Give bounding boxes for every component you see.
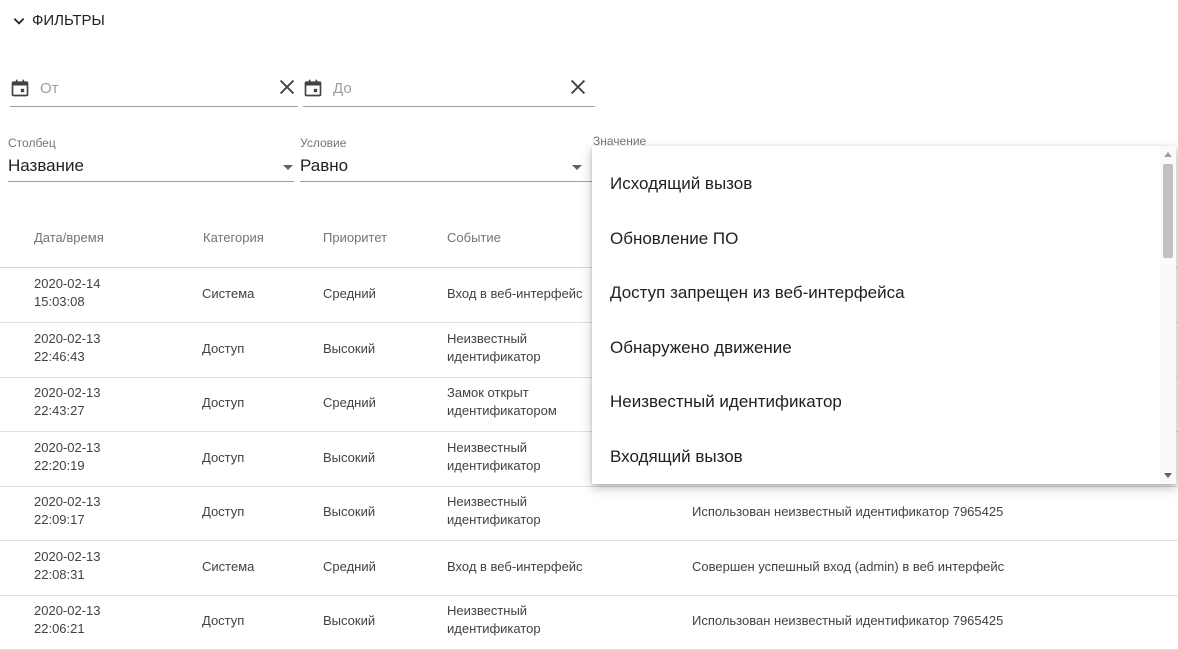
row-event: Неизвестный bbox=[447, 330, 528, 346]
row-time: 15:03:08 bbox=[34, 294, 85, 309]
row-date: 2020-02-13 bbox=[34, 603, 101, 618]
caret-down-icon[interactable] bbox=[572, 165, 582, 170]
scrollbar-thumb[interactable] bbox=[1163, 164, 1173, 258]
row-event-line2: идентификатор bbox=[447, 512, 541, 527]
close-icon[interactable] bbox=[567, 76, 589, 98]
row-event: Неизвестный bbox=[447, 494, 528, 509]
row-date: 2020-02-13 bbox=[34, 330, 101, 346]
calendar-icon bbox=[11, 79, 29, 97]
date-from-placeholder: От bbox=[40, 80, 59, 97]
row-event-line2: идентификатором bbox=[447, 403, 557, 418]
filters-toggle-label: ФИЛЬТРЫ bbox=[32, 12, 105, 29]
row-time: 22:20:19 bbox=[34, 457, 85, 473]
row-event-line2: идентификатор bbox=[447, 457, 541, 473]
column-select-value[interactable]: Название bbox=[8, 156, 84, 176]
row-description: Использован неизвестный идентификатор 79… bbox=[692, 504, 1004, 519]
row-priority: Высокий bbox=[323, 340, 376, 356]
row-category: Доступ bbox=[202, 504, 245, 519]
row-date: 2020-02-13 bbox=[34, 385, 101, 400]
row-time: 22:46:43 bbox=[34, 348, 85, 364]
row-category: Доступ bbox=[202, 449, 245, 465]
caret-down-icon[interactable] bbox=[283, 165, 293, 170]
table-row-divider bbox=[0, 485, 1178, 487]
scroll-up-arrow-icon[interactable] bbox=[1164, 152, 1172, 157]
column-header-event[interactable]: Событие bbox=[447, 230, 501, 245]
filters-toggle[interactable]: ФИЛЬТРЫ bbox=[12, 12, 105, 29]
close-icon[interactable] bbox=[276, 76, 298, 98]
table-row-divider bbox=[0, 540, 1178, 541]
row-description: Совершен успешный вход (admin) в веб инт… bbox=[692, 558, 1005, 574]
value-dropdown-menu[interactable]: Исходящий вызов Обновление ПО Доступ запре… bbox=[592, 146, 1176, 484]
condition-select-underline bbox=[300, 181, 592, 182]
dropdown-option[interactable]: Неизвестный идентификатор bbox=[610, 392, 842, 412]
row-event-line2: идентификатор bbox=[447, 348, 541, 364]
chevron-down-icon bbox=[13, 17, 25, 25]
column-select-label: Столбец bbox=[8, 136, 56, 150]
column-select-underline bbox=[8, 181, 294, 182]
dropdown-option[interactable]: Исходящий вызов bbox=[610, 174, 752, 194]
row-category: Доступ bbox=[202, 613, 245, 628]
dropdown-option[interactable]: Входящий вызов bbox=[610, 447, 743, 467]
row-priority: Средний bbox=[323, 395, 376, 410]
row-date: 2020-02-14 bbox=[34, 276, 101, 291]
column-header-priority[interactable]: Приоритет bbox=[323, 230, 387, 245]
row-time: 22:08:31 bbox=[34, 566, 85, 582]
row-date: 2020-02-13 bbox=[34, 439, 101, 455]
row-date: 2020-02-13 bbox=[34, 548, 101, 564]
dropdown-scrollbar[interactable] bbox=[1160, 146, 1176, 484]
row-event-line2: идентификатор bbox=[447, 621, 541, 636]
table-row-divider bbox=[0, 594, 1178, 596]
condition-select-label: Условие bbox=[300, 136, 347, 150]
column-header-category[interactable]: Категория bbox=[203, 230, 264, 245]
row-event: Неизвестный bbox=[447, 439, 528, 455]
row-event: Вход в веб-интерфейс bbox=[447, 558, 583, 574]
calendar-icon bbox=[304, 79, 322, 97]
row-event: Замок открыт bbox=[447, 385, 529, 400]
column-header-datetime[interactable]: Дата/время bbox=[34, 230, 104, 245]
row-category: Доступ bbox=[202, 395, 245, 410]
row-time: 22:06:21 bbox=[34, 621, 85, 636]
dropdown-option[interactable]: Обнаружено движение bbox=[610, 338, 792, 358]
date-to-field[interactable]: До bbox=[303, 70, 595, 107]
row-event: Вход в веб-интерфейс bbox=[447, 286, 583, 301]
dropdown-option[interactable]: Обновление ПО bbox=[610, 229, 738, 249]
row-description: Использован неизвестный идентификатор 79… bbox=[692, 613, 1004, 628]
row-priority: Высокий bbox=[323, 613, 376, 628]
row-priority: Высокий bbox=[323, 504, 376, 519]
row-priority: Высокий bbox=[323, 449, 376, 465]
row-category: Доступ bbox=[202, 340, 245, 356]
row-time: 22:43:27 bbox=[34, 403, 85, 418]
date-from-field[interactable]: От bbox=[10, 70, 298, 107]
date-to-placeholder: До bbox=[333, 80, 352, 97]
row-date: 2020-02-13 bbox=[34, 494, 101, 509]
row-priority: Средний bbox=[323, 558, 376, 574]
scroll-down-arrow-icon[interactable] bbox=[1164, 473, 1172, 478]
row-time: 22:09:17 bbox=[34, 512, 85, 527]
dropdown-option[interactable]: Доступ запрещен из веб-интерфейса bbox=[610, 283, 905, 303]
row-category: Система bbox=[202, 558, 255, 574]
row-priority: Средний bbox=[323, 286, 376, 301]
row-event: Неизвестный bbox=[447, 603, 528, 618]
condition-select-value[interactable]: Равно bbox=[300, 156, 348, 176]
row-category: Система bbox=[202, 286, 255, 301]
